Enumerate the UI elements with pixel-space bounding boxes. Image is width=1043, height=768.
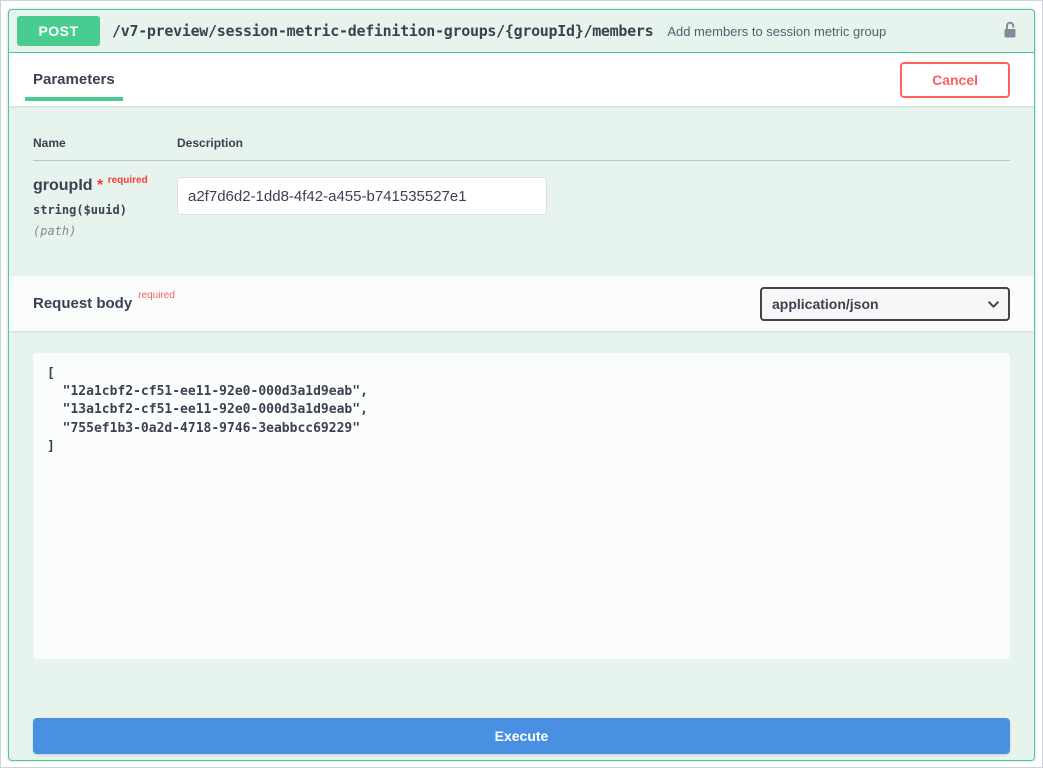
parameter-row: groupId * required string($uuid) (path) xyxy=(33,161,1010,238)
endpoint-summary: Add members to session metric group xyxy=(667,24,996,39)
parameters-section: Name Description groupId * required stri… xyxy=(9,106,1034,276)
request-body-label: Request body xyxy=(33,295,132,312)
parameter-meta: groupId * required string($uuid) (path) xyxy=(33,177,177,238)
method-badge: POST xyxy=(17,16,100,46)
execute-button[interactable]: Execute xyxy=(33,718,1010,754)
unlock-icon xyxy=(1000,20,1020,43)
section-tab-bar: Parameters Cancel xyxy=(9,53,1034,106)
endpoint-path: /v7-preview/session-metric-definition-gr… xyxy=(112,22,653,40)
column-header-description: Description xyxy=(177,136,1010,150)
parameter-location: (path) xyxy=(33,224,177,238)
content-type-select[interactable]: application/json xyxy=(760,287,1010,321)
request-body-editor-section: [ "12a1cbf2-cf51-ee11-92e0-000d3a1d9eab"… xyxy=(9,331,1034,664)
parameter-value-cell xyxy=(177,177,1010,238)
tab-parameters[interactable]: Parameters xyxy=(33,71,115,88)
page: POST /v7-preview/session-metric-definiti… xyxy=(0,0,1043,768)
request-body-textarea[interactable]: [ "12a1cbf2-cf51-ee11-92e0-000d3a1d9eab"… xyxy=(33,353,1010,659)
groupid-value-input[interactable] xyxy=(177,177,547,215)
auth-lock-button[interactable] xyxy=(996,18,1024,45)
required-asterisk: * xyxy=(97,177,103,194)
parameter-name: groupId * required xyxy=(33,177,177,195)
operation-block: POST /v7-preview/session-metric-definiti… xyxy=(8,9,1035,761)
parameters-table-header: Name Description xyxy=(33,136,1010,161)
cancel-button[interactable]: Cancel xyxy=(900,62,1010,98)
execute-wrap: Execute xyxy=(9,718,1034,754)
request-body-header: Request body required application/json xyxy=(9,276,1034,331)
content-type-select-wrap: application/json xyxy=(760,287,1010,321)
column-header-name: Name xyxy=(33,136,177,150)
request-body-required-label: required xyxy=(138,290,175,301)
parameter-type: string($uuid) xyxy=(33,203,177,217)
endpoint-header[interactable]: POST /v7-preview/session-metric-definiti… xyxy=(9,10,1034,53)
required-label: required xyxy=(108,175,148,186)
